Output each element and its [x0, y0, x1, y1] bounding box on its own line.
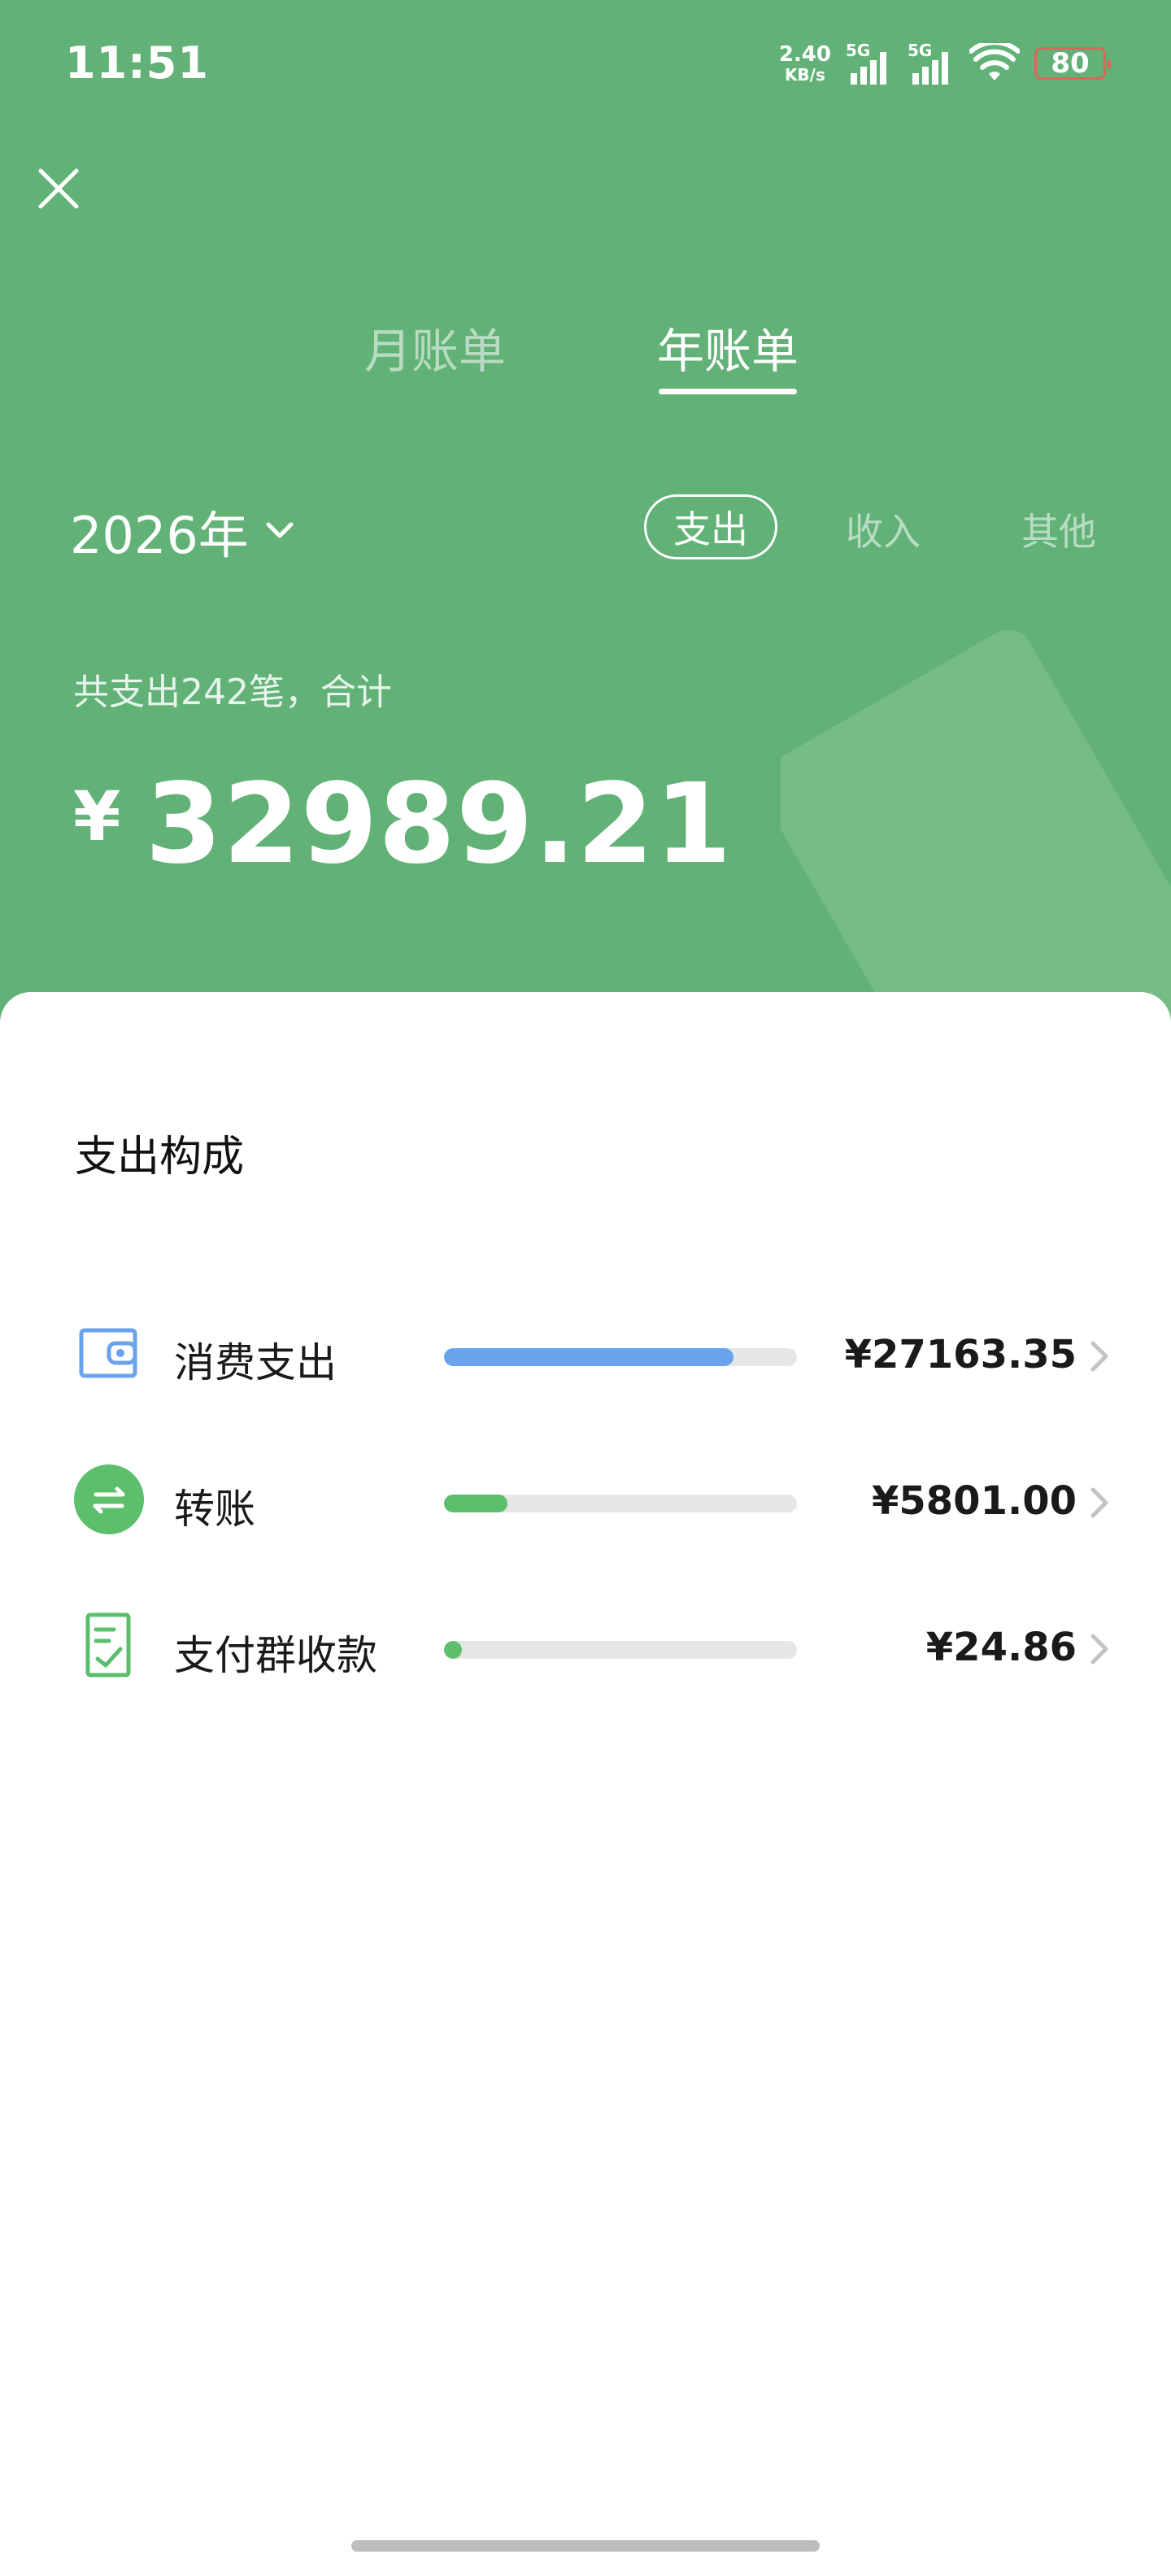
- progress-fill: [444, 1348, 734, 1366]
- close-icon[interactable]: [33, 163, 85, 215]
- signal-type-2: 5G: [908, 41, 933, 60]
- category-amount: ¥24.86: [925, 1625, 1077, 1670]
- network-speed-unit: KB/s: [784, 65, 825, 85]
- category-amount: ¥5801.00: [871, 1478, 1077, 1524]
- category-amount: ¥27163.35: [844, 1332, 1077, 1377]
- filter-expense[interactable]: 支出: [644, 494, 777, 559]
- breakdown-row-transfer[interactable]: 转账 ¥5801.00: [0, 1456, 1171, 1545]
- tab-monthly-bill[interactable]: 月账单: [358, 313, 512, 394]
- tab-annual-bill[interactable]: 年账单: [651, 313, 805, 394]
- progress-track: [444, 1641, 797, 1659]
- wallet-icon: [79, 1328, 137, 1378]
- receipt-icon: [85, 1612, 131, 1677]
- bill-illustration-icon: [781, 629, 1171, 1025]
- category-name: 支付群收款: [174, 1632, 377, 1679]
- home-indicator[interactable]: [351, 2540, 820, 2552]
- network-speed-value: 2.40: [778, 42, 831, 67]
- chevron-right-icon: [1090, 1341, 1108, 1372]
- breakdown-row-group-payment[interactable]: 支付群收款 ¥24.86: [0, 1602, 1171, 1691]
- year-selector[interactable]: 2026年: [70, 494, 298, 568]
- transfer-icon: [74, 1464, 144, 1534]
- signal-icon: 5G: [908, 41, 955, 86]
- chevron-right-icon: [1090, 1487, 1108, 1518]
- progress-track: [444, 1348, 797, 1366]
- currency-symbol: ¥: [73, 777, 121, 856]
- section-title: 支出构成: [75, 1133, 245, 1181]
- header: 11:51 2.40 KB/s 5G 5G 80 月账单 年账单 2026年 支…: [0, 0, 1171, 1025]
- signal-type-1: 5G: [846, 41, 871, 60]
- status-icons: 2.40 KB/s 5G 5G 80: [779, 39, 1111, 88]
- progress-fill: [444, 1641, 462, 1659]
- progress-track: [444, 1495, 797, 1512]
- annual-bill-screen: 11:51 2.40 KB/s 5G 5G 80 月账单 年账单 2026年 支…: [0, 0, 1171, 2576]
- status-time: 11:51: [65, 37, 209, 89]
- filter-other[interactable]: 其他: [1021, 503, 1096, 556]
- battery-icon: 80: [1034, 47, 1111, 80]
- category-name: 消费支出: [174, 1339, 337, 1386]
- wifi-icon: [969, 43, 1020, 80]
- breakdown-card: 支出构成 消费支出 ¥27163.35 转账 ¥5801.00 支付群收款 ¥2…: [0, 992, 1171, 2576]
- progress-fill: [444, 1495, 508, 1512]
- summary-text: 共支出242笔，合计: [73, 672, 392, 713]
- category-name: 转账: [174, 1486, 255, 1533]
- battery-level: 80: [1051, 47, 1090, 80]
- year-label: 2026年: [70, 506, 249, 565]
- total-amount: ¥ 32989.21: [73, 760, 733, 889]
- network-speed: 2.40 KB/s: [779, 44, 831, 83]
- total-value: 32989.21: [145, 760, 733, 889]
- chevron-down-icon: [266, 522, 294, 538]
- breakdown-row-consumption[interactable]: 消费支出 ¥27163.35: [0, 1309, 1171, 1399]
- filter-income[interactable]: 收入: [846, 503, 921, 556]
- chevron-right-icon: [1090, 1634, 1108, 1664]
- signal-icon: 5G: [846, 41, 893, 86]
